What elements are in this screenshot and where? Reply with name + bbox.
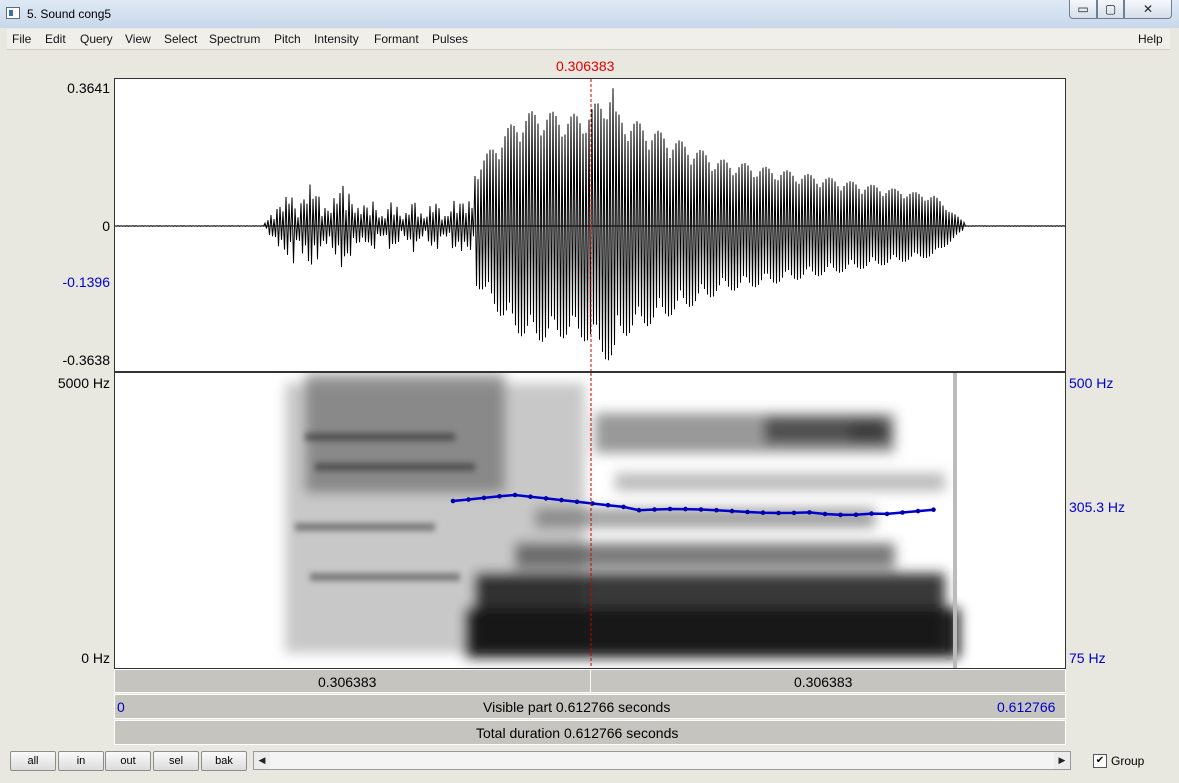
pitch-point xyxy=(900,510,905,515)
title-bar: 5. Sound cong5 ▭ ▢ ✕ xyxy=(0,0,1179,28)
group-checkbox[interactable]: ✔ xyxy=(1093,754,1107,768)
menu-spectrum[interactable]: Spectrum xyxy=(209,32,260,46)
pitch-point xyxy=(605,502,611,508)
pitch-point xyxy=(838,512,843,518)
pitch-point xyxy=(450,498,456,504)
maximize-button[interactable]: ▢ xyxy=(1097,0,1124,19)
pitch-point xyxy=(822,511,828,517)
pitch-point xyxy=(512,492,518,498)
selection-time-bar: 0.306383 0.306383 xyxy=(114,669,1066,693)
close-button[interactable]: ✕ xyxy=(1124,0,1172,19)
app-icon xyxy=(6,7,20,19)
menu-help[interactable]: Help xyxy=(1138,32,1163,46)
waveform-y-zero: 0 xyxy=(102,218,110,234)
time-segment-right[interactable]: 0.306383 xyxy=(591,670,1066,692)
spectrogram-edge xyxy=(953,373,957,668)
pitch-point xyxy=(853,512,859,518)
menu-intensity[interactable]: Intensity xyxy=(314,32,359,46)
total-duration-label: Total duration 0.612766 seconds xyxy=(476,725,679,741)
pitch-point xyxy=(652,507,657,512)
pitch-point xyxy=(481,495,487,501)
spectrogram-plot xyxy=(285,373,960,668)
menu-query[interactable]: Query xyxy=(80,32,113,46)
zoom-back-button[interactable]: bak xyxy=(201,751,247,771)
zoom-selection-button[interactable]: sel xyxy=(153,751,199,771)
waveform-y-selected: -0.1396 xyxy=(62,274,110,290)
pitch-point xyxy=(466,497,471,502)
pitch-point xyxy=(683,506,688,512)
pitch-point xyxy=(559,497,564,503)
minimize-icon: ▭ xyxy=(1077,2,1089,16)
time-scrollbar[interactable]: ◀ ▶ xyxy=(253,751,1071,770)
pitch-point xyxy=(667,506,673,512)
pitch-point xyxy=(528,494,533,499)
menu-edit[interactable]: Edit xyxy=(45,32,66,46)
spectrogram-panel[interactable] xyxy=(114,372,1066,669)
pitch-point xyxy=(791,510,797,516)
visible-part-label: Visible part 0.612766 seconds xyxy=(483,699,671,715)
scroll-left-icon[interactable]: ◀ xyxy=(254,752,270,769)
pitch-point xyxy=(869,511,874,516)
waveform-plot xyxy=(115,79,1065,371)
time-segment-left[interactable]: 0.306383 xyxy=(115,670,591,692)
waveform-y-max: 0.3641 xyxy=(67,80,110,96)
waveform-y-min: -0.3638 xyxy=(62,352,110,368)
total-duration-bar[interactable]: Total duration 0.612766 seconds xyxy=(114,720,1066,745)
pitch-bottom-label: 75 Hz xyxy=(1069,650,1106,666)
pitch-point xyxy=(698,507,704,512)
menu-file[interactable]: File xyxy=(12,32,31,46)
menu-pitch[interactable]: Pitch xyxy=(274,32,301,46)
bottom-controls: all in out sel bak ◀ ▶ ✔ Group xyxy=(8,748,1170,778)
menu-pulses[interactable]: Pulses xyxy=(432,32,468,46)
menu-view[interactable]: View xyxy=(125,32,151,46)
cursor-time-label: 0.306383 xyxy=(556,58,615,74)
group-label: Group xyxy=(1111,754,1145,768)
time-segment-right-label: 0.306383 xyxy=(794,674,853,690)
waveform-panel[interactable] xyxy=(114,78,1066,372)
pitch-point xyxy=(543,496,549,501)
pitch-current-label: 305.3 Hz xyxy=(1069,499,1126,515)
pitch-point xyxy=(745,509,750,515)
time-segment-left-label: 0.306383 xyxy=(318,674,377,690)
maximize-icon: ▢ xyxy=(1104,2,1117,16)
visible-part-bar[interactable]: 0 Visible part 0.612766 seconds 0.612766 xyxy=(114,694,1066,719)
checkmark-icon: ✔ xyxy=(1095,755,1105,766)
pitch-top-label: 500 Hz xyxy=(1069,375,1114,391)
menu-select[interactable]: Select xyxy=(164,32,197,46)
pitch-point xyxy=(729,508,735,514)
zoom-in-button[interactable]: in xyxy=(58,751,104,771)
close-icon: ✕ xyxy=(1142,2,1154,16)
scroll-right-icon[interactable]: ▶ xyxy=(1054,752,1070,769)
pitch-point xyxy=(621,504,626,510)
pitch-point xyxy=(931,507,936,512)
spectrogram-freq-top: 5000 Hz xyxy=(57,375,110,391)
zoom-out-button[interactable]: out xyxy=(105,751,151,771)
window-title: 5. Sound cong5 xyxy=(27,7,112,21)
pitch-point xyxy=(807,510,812,515)
pitch-point xyxy=(497,494,502,499)
pitch-point xyxy=(884,511,890,517)
pitch-point xyxy=(760,510,766,515)
visible-end-label: 0.612766 xyxy=(997,699,1056,715)
minimize-button[interactable]: ▭ xyxy=(1069,0,1097,19)
zoom-all-button[interactable]: all xyxy=(10,751,56,771)
pitch-point xyxy=(636,507,642,513)
pitch-point xyxy=(714,507,719,513)
visible-start-label: 0 xyxy=(117,699,125,715)
spectrogram-freq-bottom: 0 Hz xyxy=(81,650,110,666)
pitch-point xyxy=(574,499,580,505)
pitch-point xyxy=(776,510,781,516)
menu-formant[interactable]: Formant xyxy=(374,32,419,46)
menu-bar: File Edit Query View Select Spectrum Pit… xyxy=(7,29,1170,50)
pitch-point xyxy=(915,508,921,514)
